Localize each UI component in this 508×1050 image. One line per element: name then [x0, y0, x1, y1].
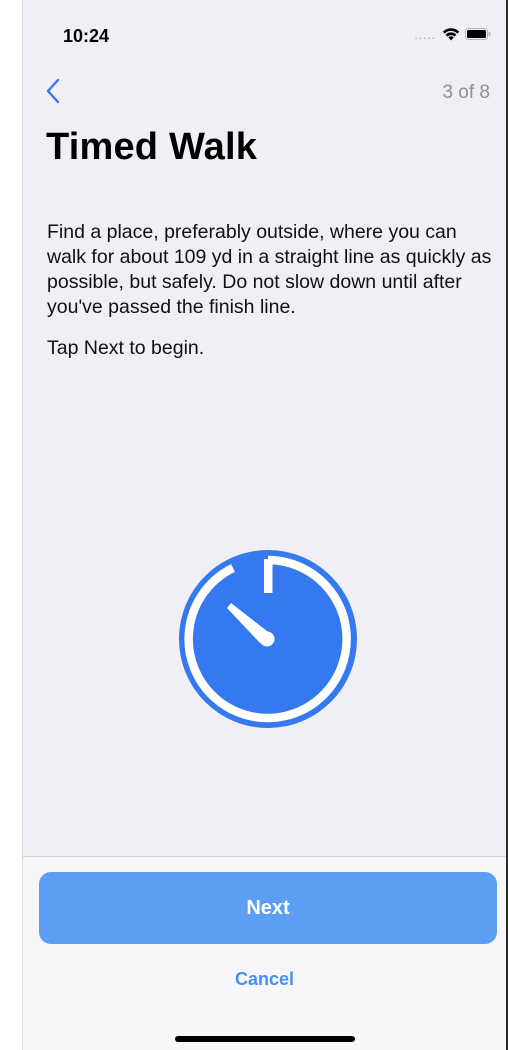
step-counter: 3 of 8 — [442, 82, 490, 103]
cancel-button[interactable]: Cancel — [23, 961, 506, 997]
page-title: Timed Walk — [46, 126, 258, 168]
status-bar: 10:24 ..... — [23, 0, 506, 70]
signal-dots: ..... — [414, 28, 436, 42]
footer: Next Cancel — [23, 856, 506, 1050]
next-button[interactable]: Next — [39, 872, 497, 944]
home-indicator — [175, 1036, 355, 1042]
wifi-icon — [442, 28, 460, 41]
task-description: Find a place, preferably outside, where … — [47, 221, 492, 318]
task-instruction: Tap Next to begin. — [47, 337, 205, 359]
battery-icon — [465, 28, 491, 40]
status-time: 10:24 — [63, 26, 110, 46]
back-button[interactable] — [41, 76, 67, 106]
screen: 10:24 ..... 3 of 8 Timed Walk Find a pla… — [22, 0, 508, 1050]
chevron-left-icon — [46, 78, 60, 104]
stopwatch-icon — [179, 550, 357, 728]
device-frame: 10:24 ..... 3 of 8 Timed Walk Find a pla… — [0, 0, 508, 1050]
